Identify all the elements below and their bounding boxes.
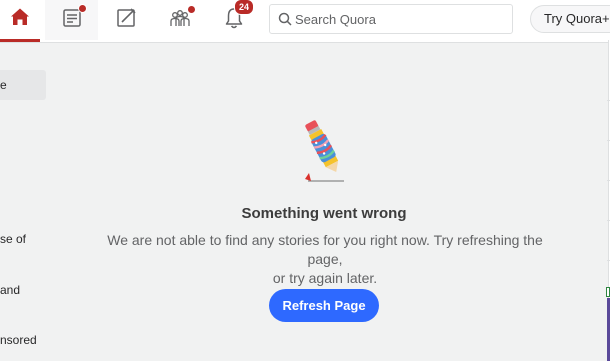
top-navigation-bar: 24 Try Quora+ [0,0,610,43]
unread-dot [77,3,87,13]
error-message-line: or try again later. [272,270,378,286]
refresh-page-button[interactable]: Refresh Page [269,289,379,322]
unread-dot [187,4,196,14]
sidebar-item-label: e [0,78,7,92]
nav-answer[interactable] [104,0,148,40]
error-message-line: We are not able to find any stories for … [107,232,543,267]
nav-following[interactable] [45,0,98,40]
nav-spaces[interactable] [158,0,202,40]
edit-pencil-icon [115,7,137,34]
answer-list-icon [61,3,87,34]
home-icon [9,6,31,33]
search-input[interactable] [295,5,505,33]
bell-icon: 24 [223,0,254,35]
error-message: We are not able to find any stories for … [90,231,560,288]
nav-home[interactable] [0,0,40,42]
sidebar-item-label[interactable]: nsored [0,333,37,348]
error-title: Something went wrong [241,205,407,222]
sidebar-item-label[interactable]: se of [0,232,26,247]
nav-notifications[interactable]: 24 [212,0,256,40]
pencil-broken-illustration [296,115,352,185]
sidebar-item-label[interactable]: and [0,283,20,298]
try-quora-plus-button[interactable]: Try Quora+ [530,5,610,33]
notification-count-badge: 24 [234,0,254,15]
spaces-people-icon [168,4,196,34]
right-ad-fragment [606,287,610,297]
search-box[interactable] [269,4,513,34]
search-icon [278,12,292,31]
